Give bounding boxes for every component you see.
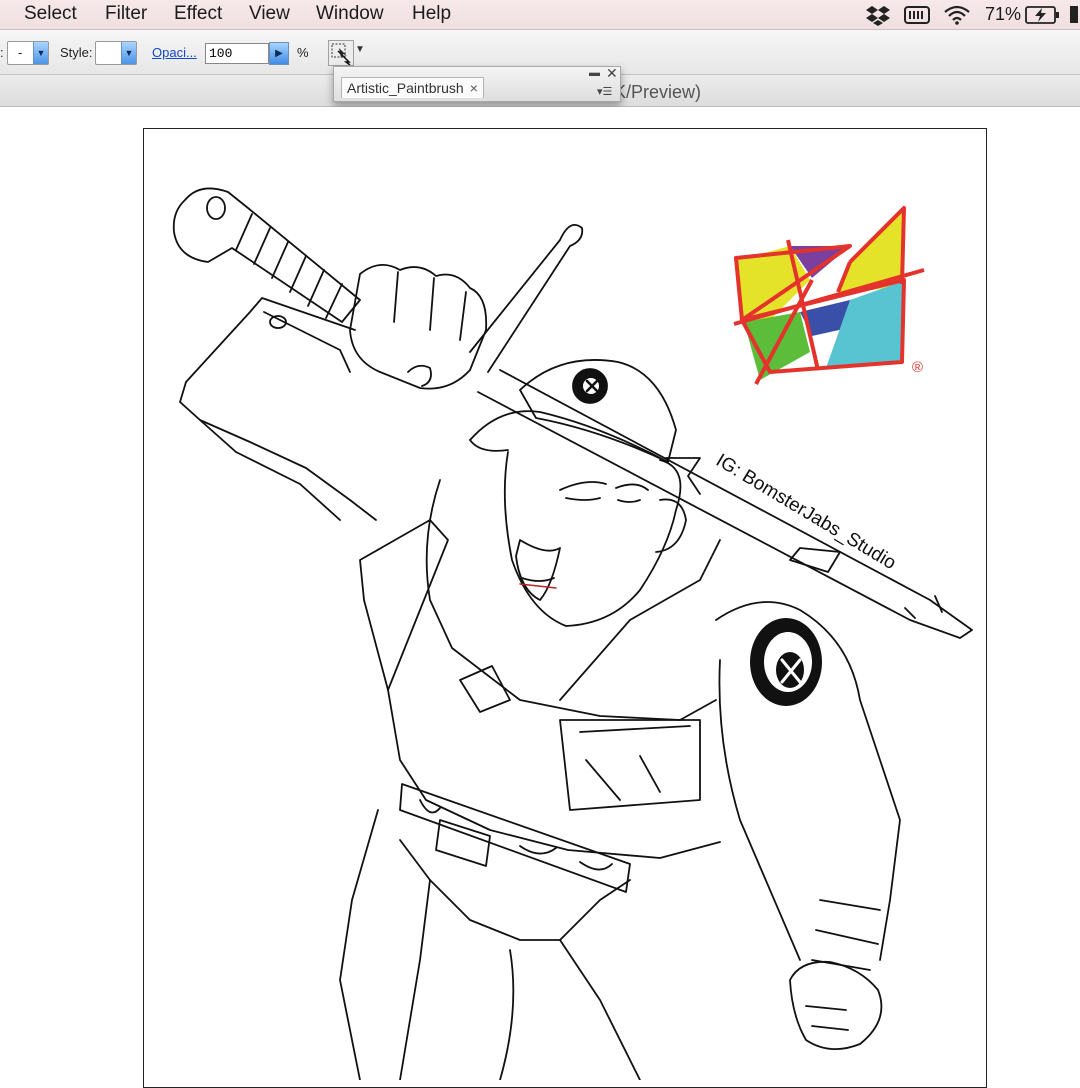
fist [349, 264, 488, 390]
registered-mark: ® [912, 359, 924, 376]
bat-handle [172, 187, 973, 639]
brand-logo [733, 206, 925, 385]
artwork-line-drawing [172, 187, 973, 1080]
jacket [359, 479, 901, 1050]
raised-arm [179, 297, 377, 521]
belt-and-legs [339, 783, 641, 1080]
head-and-cap [469, 359, 701, 627]
armband-logo [750, 618, 822, 706]
